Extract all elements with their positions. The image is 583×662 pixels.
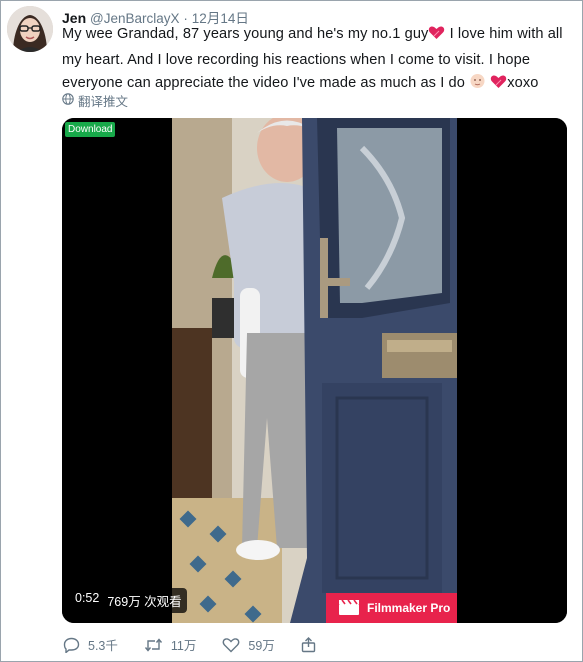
tweet-text-part3: xoxo: [507, 75, 539, 91]
share-button[interactable]: [301, 636, 316, 653]
reply-button[interactable]: 5.3千: [63, 635, 118, 654]
filmmaker-watermark: Filmmaker Pro: [326, 593, 457, 623]
tweet-text-part1: My wee Grandad, 87 years young and he's …: [62, 26, 429, 42]
video-player[interactable]: Download 0:52 769万 次观看 Filmmaker Pro: [62, 118, 567, 623]
reply-count: 5.3千: [88, 639, 118, 653]
avatar[interactable]: [7, 6, 53, 52]
reply-icon: [63, 637, 80, 653]
watermark-label: Filmmaker Pro: [367, 601, 451, 615]
heart-emoji-icon: [490, 74, 507, 98]
translate-label: 翻译推文: [78, 95, 129, 109]
retweet-button[interactable]: 11万: [144, 635, 196, 654]
globe-icon: [62, 93, 74, 108]
clapperboard-icon: [338, 598, 360, 619]
retweet-icon: [144, 637, 163, 652]
video-views: 769万 次观看: [107, 595, 182, 609]
face-emoji-icon: [469, 73, 486, 98]
heart-emoji-icon: [428, 25, 445, 49]
download-badge[interactable]: Download: [65, 122, 116, 137]
like-count: 59万: [248, 639, 275, 653]
share-icon: [301, 636, 316, 653]
like-button[interactable]: 59万: [222, 635, 275, 654]
retweet-count: 11万: [170, 639, 197, 653]
like-icon: [222, 637, 240, 653]
video-meta-overlay: 0:52 769万 次观看: [70, 588, 187, 613]
tweet-text: My wee Grandad, 87 years young and he's …: [62, 23, 572, 98]
translate-tweet-link[interactable]: 翻译推文: [62, 91, 128, 110]
tweet-actions: 5.3千 11万 59万: [63, 635, 342, 654]
video-frame: [62, 118, 567, 623]
video-duration: 0:52: [75, 591, 100, 605]
